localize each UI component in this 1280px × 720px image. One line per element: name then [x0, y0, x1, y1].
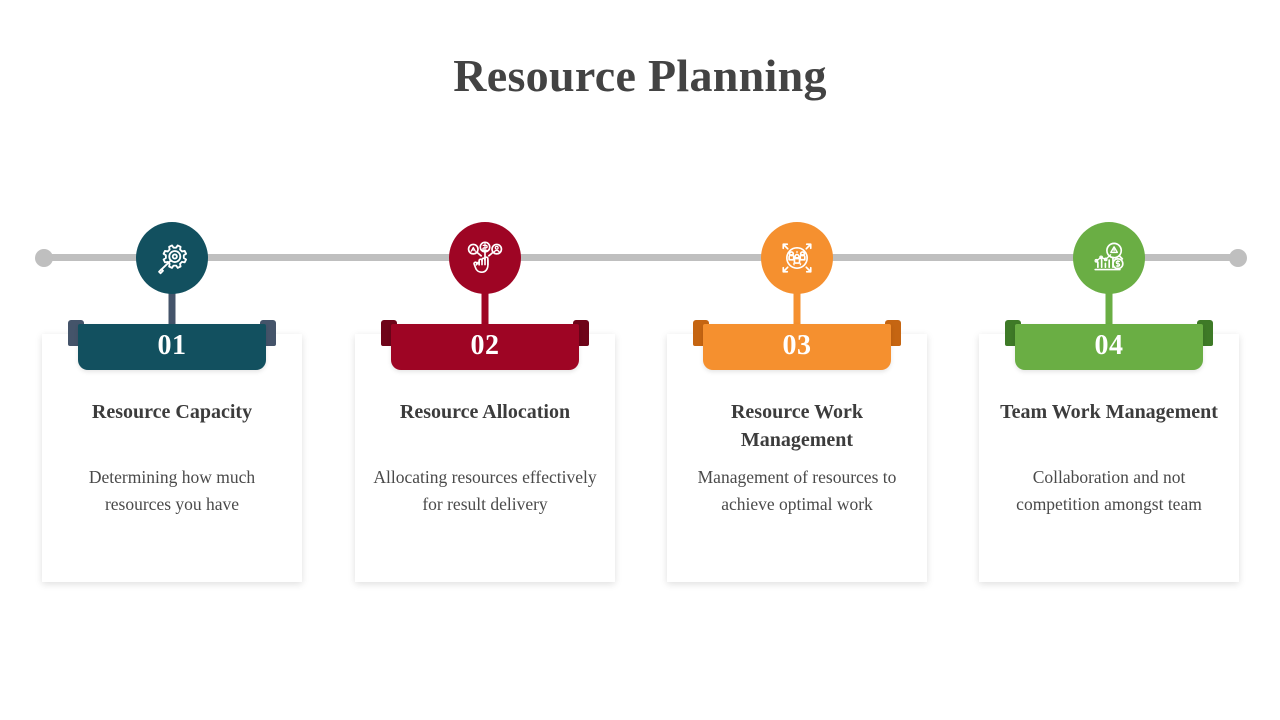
- step-01-number: 01: [157, 330, 187, 361]
- bar-chart-alert-dollar-icon: [1088, 237, 1130, 279]
- step-04-number-ribbon[interactable]: 04: [1015, 324, 1203, 370]
- gear-magnifier-icon: [151, 237, 193, 279]
- step-01-icon-circle[interactable]: [136, 222, 208, 294]
- people-expand-arrows-icon: [776, 237, 818, 279]
- step-02-heading: Resource Allocation: [399, 401, 571, 423]
- step-03[interactable]: Resource Work Management Management of r…: [666, 0, 928, 720]
- step-03-icon-circle[interactable]: [761, 222, 833, 294]
- step-01[interactable]: Resource Capacity Determining how much r…: [41, 0, 303, 720]
- step-01-heading: Resource Capacity: [91, 401, 253, 423]
- step-04-number: 04: [1094, 330, 1124, 361]
- step-01-card[interactable]: Resource Capacity Determining how much r…: [42, 334, 302, 582]
- step-02-number: 02: [470, 330, 500, 361]
- step-02-card[interactable]: Resource Allocation Allocating resources…: [355, 334, 615, 582]
- step-03-number: 03: [782, 330, 812, 361]
- step-03-number-ribbon[interactable]: 03: [703, 324, 891, 370]
- step-01-description: Determining how much resources you have: [88, 467, 256, 515]
- step-02[interactable]: Resource Allocation Allocating resources…: [354, 0, 616, 720]
- step-04-heading: Team Work Management: [1000, 401, 1218, 423]
- step-04-description: Collaboration and not competition amongs…: [1016, 467, 1202, 515]
- hand-resource-nodes-icon: [464, 237, 506, 279]
- slide-canvas: Resource Planning Resource Capacity Dete…: [0, 0, 1280, 720]
- step-02-description: Allocating resources effectively for res…: [373, 467, 597, 515]
- step-01-number-ribbon[interactable]: 01: [78, 324, 266, 370]
- step-04-card[interactable]: Team Work Management Collaboration and n…: [979, 334, 1239, 582]
- step-03-card[interactable]: Resource Work Management Management of r…: [667, 334, 927, 582]
- step-03-heading: Resource Work Management: [730, 401, 864, 451]
- step-04[interactable]: Team Work Management Collaboration and n…: [978, 0, 1240, 720]
- step-02-number-ribbon[interactable]: 02: [391, 324, 579, 370]
- step-04-icon-circle[interactable]: [1073, 222, 1145, 294]
- step-02-icon-circle[interactable]: [449, 222, 521, 294]
- step-03-description: Management of resources to achieve optim…: [697, 467, 897, 515]
